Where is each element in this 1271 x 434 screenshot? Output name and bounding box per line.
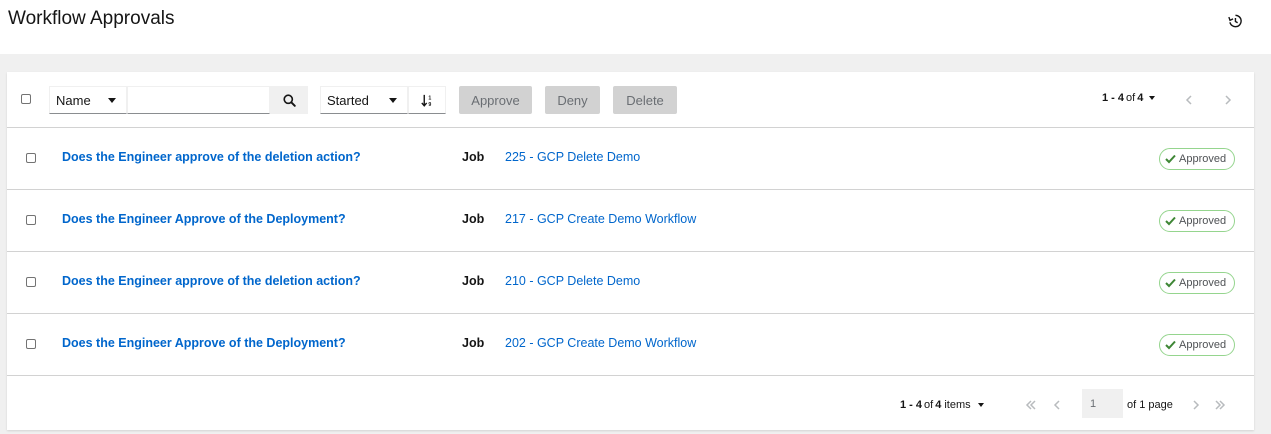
row-type-label: Job [462,150,485,164]
table-row: Does the Engineer Approve of the Deploym… [7,314,1254,376]
last-page-button[interactable] [1213,398,1227,412]
chevron-left-icon [1053,400,1060,410]
svg-text:1: 1 [428,95,431,101]
items-per-page-toggle[interactable]: 1 - 4 of 4 items [900,399,984,411]
next-page-button[interactable] [1221,93,1235,107]
job-link[interactable]: 217 - GCP Create Demo Workflow [505,212,696,226]
page-header: Workflow Approvals [0,0,1271,54]
status-label: Approved [1179,215,1227,227]
footer-total: 4 [935,399,942,411]
double-chevron-right-icon [1215,400,1226,410]
deny-button[interactable]: Deny [545,86,600,114]
caret-down-icon [977,403,984,407]
search-button[interactable] [270,86,308,114]
check-icon [1165,340,1176,350]
sort-field-select[interactable]: Started [320,86,408,114]
status-label: Approved [1179,153,1227,165]
double-chevron-left-icon [1025,400,1036,410]
row-checkbox[interactable] [26,153,36,163]
caret-down-icon [1149,96,1156,100]
row-type-label: Job [462,212,485,226]
next-page-button[interactable] [1189,398,1203,412]
job-link[interactable]: 225 - GCP Delete Demo [505,150,640,164]
row-checkbox[interactable] [26,215,36,225]
pagination-of: of [1126,92,1136,104]
history-button[interactable] [1224,10,1246,32]
sort-field-label: Started [327,92,369,108]
row-checkbox[interactable] [26,339,36,349]
approval-title-link[interactable]: Does the Engineer Approve of the Deploym… [62,336,346,350]
select-all-checkbox[interactable] [21,94,31,104]
approve-button[interactable]: Approve [459,86,532,114]
pagination-total: 4 [1137,92,1144,104]
toolbar: Name Started 1 9 Approve Deny Delete 1 -… [7,72,1254,128]
of-pages-label: of 1 page [1127,399,1173,411]
filter-field-label: Name [56,92,91,108]
footer-items-label: items [944,399,971,411]
check-icon [1165,278,1176,288]
row-type-label: Job [462,274,485,288]
pagination-range: 1 - 4 [1102,92,1125,104]
status-label: Approved [1179,339,1227,351]
status-label: Approved [1179,277,1227,289]
status-badge: Approved [1159,334,1235,356]
sort-ascending-icon: 1 9 [420,94,431,107]
history-icon [1228,14,1242,28]
filter-field-select[interactable]: Name [49,86,127,114]
search-input[interactable] [127,86,270,114]
search-icon [282,93,296,107]
caret-down-icon [389,98,397,103]
delete-button[interactable]: Delete [613,86,677,114]
approval-title-link[interactable]: Does the Engineer approve of the deletio… [62,150,361,164]
table-row: Does the Engineer approve of the deletio… [7,128,1254,190]
approvals-card: Name Started 1 9 Approve Deny Delete 1 -… [7,72,1254,430]
approval-title-link[interactable]: Does the Engineer approve of the deletio… [62,274,361,288]
previous-page-button[interactable] [1050,398,1064,412]
pagination-footer: 1 - 4 of 4 items of 1 page [7,375,1254,430]
chevron-right-icon [1225,95,1232,105]
table-row: Does the Engineer approve of the deletio… [7,252,1254,314]
status-badge: Approved [1159,148,1235,170]
previous-page-button[interactable] [1182,93,1196,107]
sort-direction-button[interactable]: 1 9 [408,86,446,114]
status-badge: Approved [1159,272,1235,294]
table-row: Does the Engineer Approve of the Deploym… [7,190,1254,252]
approval-title-link[interactable]: Does the Engineer Approve of the Deploym… [62,212,346,226]
caret-down-icon [108,98,116,103]
footer-of: of [924,399,934,411]
row-checkbox[interactable] [26,277,36,287]
status-badge: Approved [1159,210,1235,232]
chevron-left-icon [1185,95,1192,105]
page-number-input[interactable] [1082,389,1123,418]
svg-text:9: 9 [428,101,431,106]
pagination-toggle[interactable]: 1 - 4 of 4 [1102,92,1156,104]
first-page-button[interactable] [1024,398,1038,412]
check-icon [1165,154,1176,164]
chevron-right-icon [1193,400,1200,410]
page-title: Workflow Approvals [8,8,175,29]
check-icon [1165,216,1176,226]
job-link[interactable]: 210 - GCP Delete Demo [505,274,640,288]
footer-range: 1 - 4 [900,399,923,411]
job-link[interactable]: 202 - GCP Create Demo Workflow [505,336,696,350]
row-type-label: Job [462,336,485,350]
